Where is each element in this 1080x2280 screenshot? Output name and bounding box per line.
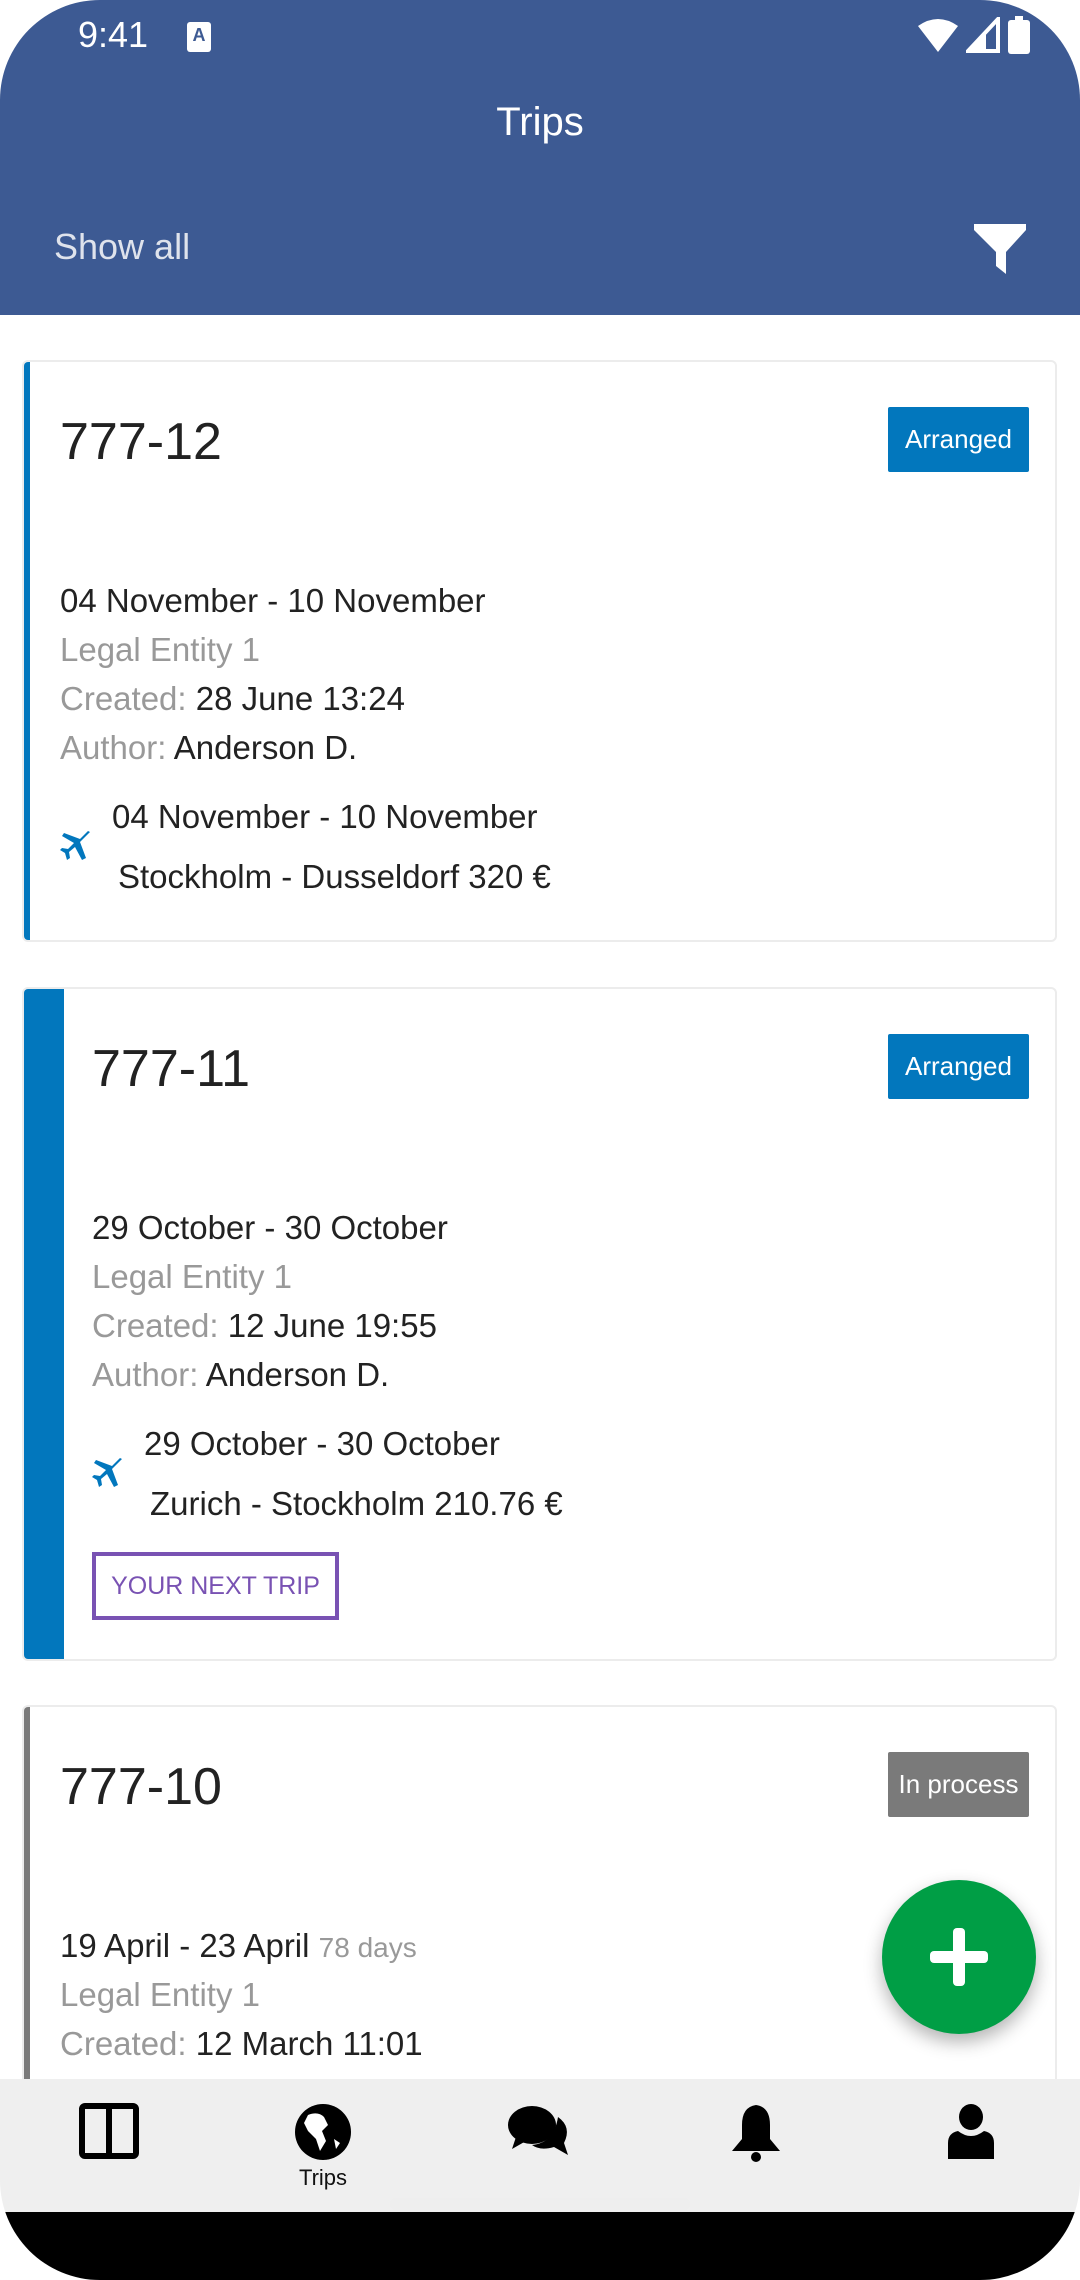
created-label: Created: (60, 680, 187, 717)
legal-entity: Legal Entity 1 (92, 1258, 292, 1295)
trip-duration: 78 days (318, 1932, 417, 1963)
created-value: 28 June 13:24 (195, 680, 405, 717)
author: Author: Anderson D. (60, 729, 357, 767)
trip-dates: 19 April - 23 April 78 days (60, 1927, 417, 1965)
trip-card[interactable]: 777-12 Arranged 04 November - 10 Novembe… (22, 360, 1057, 942)
signal-icon (966, 17, 1000, 53)
nav-chat[interactable] (479, 2079, 599, 2212)
created: Created: 28 June 13:24 (60, 680, 405, 718)
next-trip-label: YOUR NEXT TRIP (92, 1552, 339, 1620)
bell-icon (732, 2105, 780, 2162)
flight-dates: 04 November - 10 November (112, 798, 538, 835)
status-bar-accent (24, 989, 64, 1659)
chat-icon (508, 2106, 568, 2155)
globe-icon (295, 2104, 351, 2160)
system-icons (918, 16, 1030, 54)
screen: 9:41 A Trips Show all 777-12 Arranged 04… (0, 0, 1080, 2280)
created-value: 12 March 11:01 (195, 2025, 423, 2062)
battery-icon (1008, 16, 1030, 54)
trip-dates: 04 November - 10 November (60, 582, 486, 619)
trip-id: 777-12 (60, 413, 222, 471)
created: Created: 12 March 11:01 (60, 2025, 423, 2063)
filter-icon[interactable] (972, 222, 1028, 276)
notification-icon: A (187, 22, 211, 52)
wifi-icon (918, 19, 958, 52)
legal-entity: Legal Entity 1 (60, 1976, 260, 2013)
status-badge: Arranged (888, 1034, 1029, 1099)
nav-trips-label: Trips (298, 2165, 348, 2190)
home-indicator[interactable] (390, 2198, 690, 2210)
created-value: 12 June 19:55 (227, 1307, 437, 1344)
nav-profile[interactable] (911, 2079, 1031, 2212)
plane-icon (60, 831, 90, 860)
trip-list[interactable]: 777-12 Arranged 04 November - 10 Novembe… (0, 315, 1080, 2079)
flight-route: Zurich - Stockholm 210.76 € (150, 1485, 563, 1522)
trip-id: 777-10 (60, 1758, 222, 1816)
status-badge: In process (888, 1752, 1029, 1817)
nav-dashboard[interactable] (49, 2079, 169, 2212)
flight-route: Stockholm - Dusseldorf 320 € (118, 858, 551, 895)
author-value: Anderson D. (205, 1356, 390, 1393)
bottom-navigation: Trips (0, 2079, 1080, 2212)
status-bar-accent (24, 1707, 30, 2079)
trip-id: 777-11 (92, 1040, 251, 1098)
status-badge: Arranged (888, 407, 1029, 472)
author-value: Anderson D. (173, 729, 358, 766)
created: Created: 12 June 19:55 (92, 1307, 437, 1345)
system-navigation-bar (0, 2198, 1080, 2280)
page-title: Trips (496, 100, 584, 144)
trip-dates-value: 19 April - 23 April (60, 1927, 310, 1964)
app-header: 9:41 A Trips Show all (0, 0, 1080, 315)
user-icon (948, 2104, 994, 2159)
trip-card[interactable]: 777-11 Arranged 29 October - 30 October … (22, 987, 1057, 1661)
plus-icon (930, 1928, 988, 1986)
author-label: Author: (60, 729, 167, 766)
status-time: 9:41 (78, 14, 149, 55)
nav-trips[interactable]: Trips (263, 2079, 383, 2212)
trip-dates: 29 October - 30 October (92, 1209, 448, 1246)
author-label: Author: (92, 1356, 199, 1393)
show-all-button[interactable]: Show all (54, 226, 190, 268)
plane-icon (92, 1458, 122, 1487)
status-bar-accent (24, 362, 30, 940)
legal-entity: Legal Entity 1 (60, 631, 260, 668)
author: Author: Anderson D. (92, 1356, 389, 1394)
add-trip-button[interactable] (882, 1880, 1036, 2034)
created-label: Created: (60, 2025, 187, 2062)
dashboard-icon (79, 2103, 139, 2159)
created-label: Created: (92, 1307, 219, 1344)
flight-dates: 29 October - 30 October (144, 1425, 500, 1462)
nav-notifications[interactable] (696, 2079, 816, 2212)
